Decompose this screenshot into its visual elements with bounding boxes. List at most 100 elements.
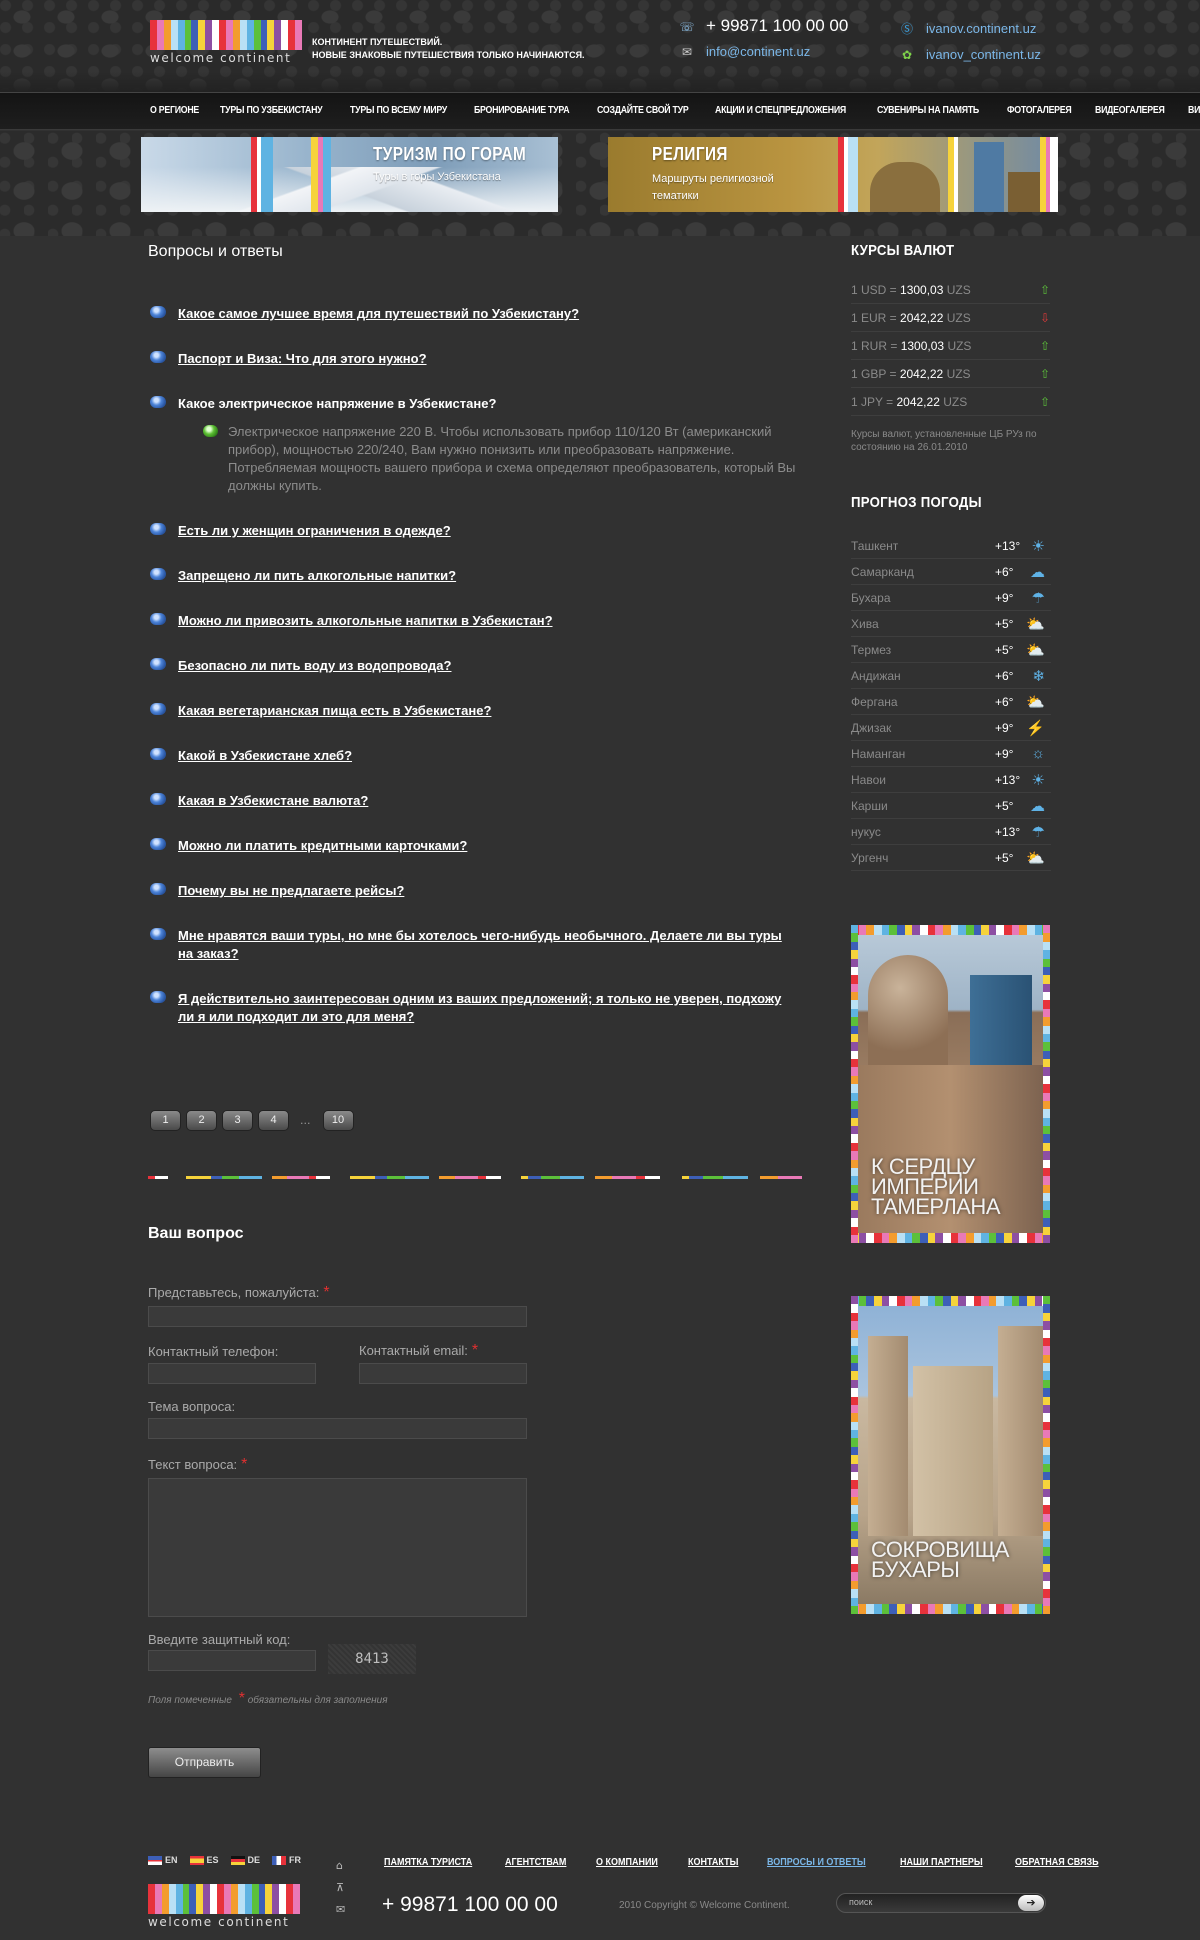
search-box[interactable]: поиск ➔ bbox=[836, 1893, 1046, 1913]
name-label-text: Представьтесь, пожалуйста: bbox=[148, 1285, 320, 1300]
nav-item-offers[interactable]: АКЦИИ И СПЕЦПРЕДЛОЖЕНИЯ bbox=[715, 105, 846, 116]
banner-mountain-tourism[interactable]: ТУРИЗМ ПО ГОРАМ Туры в горы Узбекистана bbox=[141, 137, 558, 212]
footer-link-partners[interactable]: НАШИ ПАРТНЕРЫ bbox=[900, 1857, 983, 1868]
page-button[interactable]: 3 bbox=[222, 1110, 253, 1131]
banner-subtitle: Маршруты религиозной тематики bbox=[652, 173, 774, 202]
submit-button[interactable]: Отправить bbox=[148, 1747, 261, 1778]
promo-frame-right bbox=[1043, 925, 1050, 1243]
email-label-text: Контактный email: bbox=[359, 1343, 468, 1358]
nav-item-souvenirs[interactable]: СУВЕНИРЫ НА ПАМЯТЬ bbox=[877, 105, 979, 116]
lang-es[interactable]: ES bbox=[189, 1855, 219, 1865]
search-go-arrow-icon[interactable]: ➔ bbox=[1018, 1895, 1044, 1911]
required-mark: * bbox=[241, 1456, 248, 1473]
faq-question-link[interactable]: Можно ли платить кредитными карточками? bbox=[178, 837, 800, 855]
tagline-line1: КОНТИНЕНТ ПУТЕШЕСТВИЙ. bbox=[312, 37, 443, 47]
page-button[interactable]: 1 bbox=[150, 1110, 181, 1131]
nav-item-world-tours[interactable]: ТУРЫ ПО ВСЕМУ МИРУ bbox=[350, 105, 447, 116]
banner-religion[interactable]: РЕЛИГИЯ Маршруты религиозной тематики bbox=[608, 137, 1058, 212]
footer-phone: + 99871 100 00 00 bbox=[382, 1893, 558, 1916]
rate-label: 1 GBP = bbox=[851, 366, 897, 381]
page-button[interactable]: 4 bbox=[258, 1110, 289, 1131]
footer-link-about[interactable]: О КОМПАНИИ bbox=[596, 1857, 658, 1868]
faq-question-link[interactable]: Я действительно заинтересован одним из в… bbox=[178, 990, 800, 1026]
arrow-up-icon: ⇧ bbox=[1039, 366, 1050, 381]
lang-de[interactable]: DE bbox=[230, 1855, 261, 1865]
phone-input[interactable] bbox=[148, 1363, 316, 1384]
rate-row: 1 EUR = 2042,22 UZS ⇩ bbox=[851, 304, 1050, 332]
page-button[interactable]: 2 bbox=[186, 1110, 217, 1131]
faq-item: Можно ли привозить алкогольные напитки в… bbox=[150, 612, 800, 630]
faq-question-link[interactable]: Запрещено ли пить алкогольные напитки? bbox=[178, 567, 800, 585]
header-skype-link[interactable]: ivanov.continent.uz bbox=[926, 21, 1036, 36]
footer-link-feedback[interactable]: ОБРАТНАЯ СВЯЗЬ bbox=[1015, 1857, 1099, 1868]
sitemap-icon[interactable]: ⊼ bbox=[336, 1877, 345, 1899]
rate-unit: UZS bbox=[947, 338, 972, 353]
nav-item-create-tour[interactable]: СОЗДАЙТЕ СВОЙ ТУР bbox=[597, 105, 689, 116]
mail-icon[interactable]: ✉ bbox=[336, 1899, 345, 1921]
faq-question-link[interactable]: Какая в Узбекистане валюта? bbox=[178, 792, 800, 810]
weather-row: Ташкент +13° ☀ bbox=[851, 533, 1051, 559]
nav-item-region[interactable]: О РЕГИОНЕ bbox=[150, 105, 199, 116]
weather-row: Наманган +9° ☼ bbox=[851, 741, 1051, 767]
faq-question-link[interactable]: Какое самое лучшее время для путешествий… bbox=[178, 305, 800, 323]
page-button-last[interactable]: 10 bbox=[322, 1110, 354, 1131]
weather-city: Андижан bbox=[851, 668, 901, 683]
nav-item-visa[interactable]: ВИЗА bbox=[1188, 105, 1200, 116]
site-logo[interactable]: welcome continent bbox=[150, 20, 302, 65]
header-phone: ☏ + 99871 100 00 00 bbox=[678, 16, 848, 36]
subject-input[interactable] bbox=[148, 1418, 527, 1439]
footer-link-tourist-memo[interactable]: ПАМЯТКА ТУРИСТА bbox=[384, 1857, 472, 1868]
nav-item-photo-gallery[interactable]: ФОТОГАЛЕРЕЯ bbox=[1007, 105, 1072, 116]
header-icq[interactable]: ✿ ivanov_continent.uz bbox=[898, 47, 1041, 62]
header-skype[interactable]: Ⓢivanov.continent.uz bbox=[898, 20, 1036, 37]
pagination: 1 2 3 4 ... 10 bbox=[150, 1110, 359, 1131]
weather-city: Самарканд bbox=[851, 564, 914, 579]
faq-question-link[interactable]: Паспорт и Виза: Что для этого нужно? bbox=[178, 350, 800, 368]
search-input[interactable]: поиск bbox=[849, 1897, 872, 1907]
promo-frame-left bbox=[851, 1296, 858, 1614]
note-text-after: обязательны для заполнения bbox=[247, 1695, 388, 1706]
lang-de-label: DE bbox=[247, 1855, 261, 1865]
tower-right-image bbox=[998, 1326, 1043, 1536]
email-input[interactable] bbox=[359, 1363, 527, 1384]
lang-fr[interactable]: FR bbox=[272, 1855, 301, 1865]
footer-link-contacts[interactable]: КОНТАКТЫ bbox=[688, 1857, 738, 1868]
sun-cloud-icon: ⛅ bbox=[1026, 615, 1045, 633]
promo-bukhara[interactable]: СОКРОВИЩА БУХАРЫ bbox=[851, 1296, 1050, 1614]
rate-row: 1 RUR = 1300,03 UZS ⇧ bbox=[851, 332, 1050, 360]
faq-question-link[interactable]: Есть ли у женщин ограничения в одежде? bbox=[178, 522, 800, 540]
faq-question-link[interactable]: Мне нравятся ваши туры, но мне бы хотело… bbox=[178, 927, 800, 963]
footer-link-faq[interactable]: ВОПРОСЫ И ОТВЕТЫ bbox=[767, 1857, 866, 1868]
nav-item-video-gallery[interactable]: ВИДЕОГАЛЕРЕЯ bbox=[1095, 105, 1165, 116]
footer-links: ПАМЯТКА ТУРИСТА АГЕНТСТВАМ О КОМПАНИИ КО… bbox=[384, 1857, 1108, 1868]
currency-rates: 1 USD = 1300,03 UZS ⇧ 1 EUR = 2042,22 UZS ⇩… bbox=[851, 276, 1050, 416]
name-input[interactable] bbox=[148, 1306, 527, 1327]
footer-logo[interactable]: welcome continent bbox=[148, 1884, 300, 1929]
header-icq-link[interactable]: ivanov_continent.uz bbox=[926, 47, 1041, 62]
header-email[interactable]: ✉ info@continent.uz bbox=[678, 44, 810, 59]
captcha-label: Введите защитный код: bbox=[148, 1632, 291, 1647]
nav-item-uzbekistan-tours[interactable]: ТУРЫ ПО УЗБЕКИСТАНУ bbox=[220, 105, 323, 116]
faq-question-link[interactable]: Какой в Узбекистане хлеб? bbox=[178, 747, 800, 765]
faq-question-link[interactable]: Почему вы не предлагаете рейсы? bbox=[178, 882, 800, 900]
faq-question-link[interactable]: Безопасно ли пить воду из водопровода? bbox=[178, 657, 800, 675]
rate-label: 1 RUR = bbox=[851, 338, 898, 353]
header-email-link[interactable]: info@continent.uz bbox=[706, 44, 810, 59]
promo-frame-right bbox=[1043, 1296, 1050, 1614]
home-icon[interactable]: ⌂ bbox=[336, 1855, 345, 1877]
faq-question-link[interactable]: Какое электрическое напряжение в Узбекис… bbox=[178, 395, 800, 413]
weather-city: Карши bbox=[851, 798, 888, 813]
faq-item: Запрещено ли пить алкогольные напитки? bbox=[150, 567, 800, 585]
lang-en[interactable]: EN bbox=[148, 1855, 178, 1865]
promo-tamerlane[interactable]: К СЕРДЦУ ИМПЕРИИ ТАМЕРЛАНА bbox=[851, 925, 1050, 1243]
question-textarea[interactable] bbox=[148, 1478, 527, 1617]
faq-question-link[interactable]: Какая вегетарианская пища есть в Узбекис… bbox=[178, 702, 800, 720]
footer-link-agencies[interactable]: АГЕНТСТВАМ bbox=[505, 1857, 566, 1868]
required-mark: * bbox=[238, 1690, 245, 1707]
question-gem-icon bbox=[150, 568, 166, 580]
faq-question-link[interactable]: Можно ли привозить алкогольные напитки в… bbox=[178, 612, 800, 630]
flag-es-icon bbox=[189, 1855, 204, 1865]
nav-item-booking[interactable]: БРОНИРОВАНИЕ ТУРА bbox=[474, 105, 570, 116]
banner-stripes-2 bbox=[311, 137, 331, 212]
captcha-input[interactable] bbox=[148, 1650, 316, 1671]
